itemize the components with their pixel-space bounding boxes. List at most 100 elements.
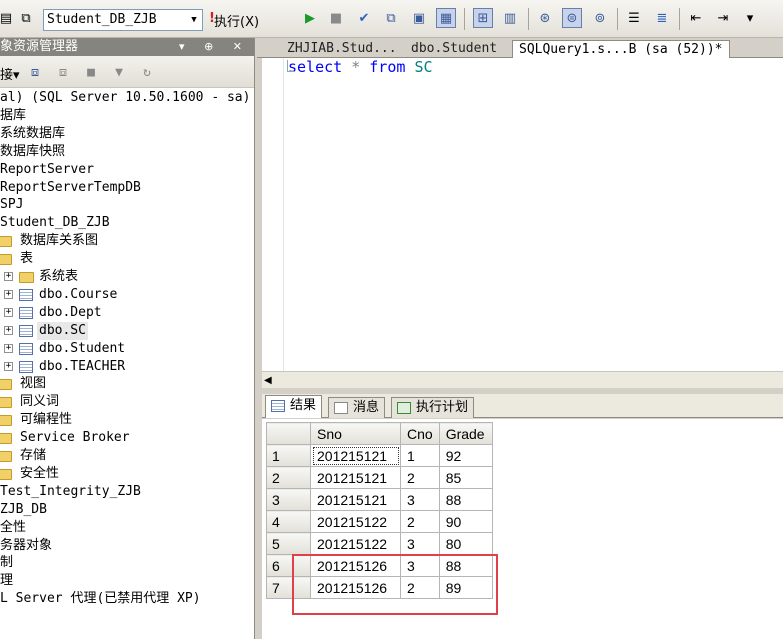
- tree-item[interactable]: + dbo.SC: [0, 322, 255, 340]
- tree-item[interactable]: + dbo.TEACHER: [0, 358, 255, 376]
- row-number[interactable]: 2: [266, 466, 311, 489]
- row-number[interactable]: 5: [266, 532, 311, 555]
- table-row[interactable]: 1 201215121 1 92: [266, 444, 493, 467]
- decrease-indent-icon[interactable]: ⇤: [686, 8, 706, 28]
- tree-item[interactable]: 安全性: [0, 465, 255, 483]
- tree-item[interactable]: ReportServer: [0, 161, 255, 179]
- database-connect-icon[interactable]: ⧉: [16, 8, 36, 28]
- tree-item[interactable]: + dbo.Student: [0, 340, 255, 358]
- stop-icon[interactable]: ■: [326, 8, 346, 28]
- uncomment-lines-icon[interactable]: ≣: [652, 8, 672, 28]
- io-statistics-icon[interactable]: ⊚: [590, 8, 610, 28]
- tree-item[interactable]: 理: [0, 572, 255, 590]
- cell-sno[interactable]: 201215121: [310, 466, 401, 489]
- tree-item[interactable]: 数据库关系图: [0, 232, 255, 250]
- expand-icon[interactable]: +: [4, 326, 13, 335]
- results-to-file-icon[interactable]: ▥: [500, 8, 520, 28]
- tree-item[interactable]: + dbo.Dept: [0, 304, 255, 322]
- tree-item[interactable]: 务器对象: [0, 537, 255, 555]
- tree-item[interactable]: 系统数据库: [0, 125, 255, 143]
- panel-controls[interactable]: ▾ ⊕ ✕: [179, 38, 250, 56]
- tree-item[interactable]: 数据库快照: [0, 143, 255, 161]
- increase-indent-icon[interactable]: ⇥: [713, 8, 733, 28]
- comment-lines-icon[interactable]: ☰: [624, 8, 644, 28]
- tree-item[interactable]: 存储: [0, 447, 255, 465]
- debug-play-icon[interactable]: ▶: [300, 8, 320, 28]
- include-plan-icon[interactable]: ⊛: [535, 8, 555, 28]
- tree-item[interactable]: 可编程性: [0, 411, 255, 429]
- query-editor[interactable]: select * from SC: [262, 58, 783, 371]
- expand-icon[interactable]: +: [4, 344, 13, 353]
- tree-item[interactable]: L Server 代理(已禁用代理 XP): [0, 590, 255, 608]
- cell-grade[interactable]: 80: [438, 532, 493, 555]
- cell-grade[interactable]: 88: [438, 488, 493, 511]
- tree-item[interactable]: Test_Integrity_ZJB: [0, 483, 255, 501]
- results-to-text-icon[interactable]: ⊞: [473, 8, 493, 28]
- tree-item[interactable]: 视图: [0, 375, 255, 393]
- chevron-down-icon[interactable]: ▼: [186, 10, 202, 30]
- cell-grade[interactable]: 90: [438, 510, 493, 533]
- scroll-left-icon[interactable]: ◀: [264, 375, 272, 386]
- results-to-grid-icon[interactable]: ▦: [436, 8, 456, 28]
- table-row[interactable]: 3 201215121 3 88: [266, 488, 493, 511]
- tree-item[interactable]: SPJ: [0, 196, 255, 214]
- tree-item[interactable]: al) (SQL Server 10.50.1600 - sa): [0, 89, 255, 107]
- refresh-icon[interactable]: ↻: [138, 63, 156, 81]
- save-icon[interactable]: ▤: [0, 8, 16, 28]
- stop-icon[interactable]: ■: [82, 63, 100, 81]
- tree-item[interactable]: 全性: [0, 519, 255, 537]
- tree-item[interactable]: Student_DB_ZJB: [0, 214, 255, 232]
- tree-item[interactable]: ZJB_DB: [0, 501, 255, 519]
- tree-item[interactable]: 同义词: [0, 393, 255, 411]
- tree-item[interactable]: 表: [0, 250, 255, 268]
- column-header-cno[interactable]: Cno: [400, 422, 440, 445]
- column-header-sno[interactable]: Sno: [310, 422, 401, 445]
- specify-values-icon[interactable]: ▾: [740, 8, 760, 28]
- query-options-icon[interactable]: ▣: [409, 8, 429, 28]
- tab-sqlquery1[interactable]: SQLQuery1.s...B (sa (52))*: [512, 40, 730, 58]
- expand-icon[interactable]: +: [4, 272, 13, 281]
- cell-grade[interactable]: 92: [438, 444, 493, 467]
- tab-execution-plan[interactable]: 执行计划: [391, 397, 475, 418]
- parse-check-icon[interactable]: ✔: [354, 8, 374, 28]
- panel-splitter[interactable]: [255, 38, 262, 639]
- horizontal-scrollbar[interactable]: ◀: [262, 371, 783, 388]
- execute-button[interactable]: 执行(X): [214, 11, 259, 30]
- expand-icon[interactable]: +: [4, 308, 13, 317]
- tab-results[interactable]: 结果: [265, 395, 323, 418]
- expand-icon[interactable]: +: [4, 290, 13, 299]
- cell-sno[interactable]: 201215122: [310, 510, 401, 533]
- expand-icon[interactable]: +: [4, 362, 13, 371]
- tree-item[interactable]: + dbo.Course: [0, 286, 255, 304]
- row-number[interactable]: 4: [266, 510, 311, 533]
- tree-item[interactable]: ReportServerTempDB: [0, 179, 255, 197]
- client-statistics-icon[interactable]: ⊜: [562, 8, 582, 28]
- connect-icon[interactable]: ⧈: [26, 63, 44, 81]
- cell-cno[interactable]: 3: [400, 488, 440, 511]
- tree-item[interactable]: 制: [0, 554, 255, 572]
- cell-cno[interactable]: 2: [400, 466, 440, 489]
- column-header-grade[interactable]: Grade: [438, 422, 493, 445]
- table-row[interactable]: 5 201215122 3 80: [266, 532, 493, 555]
- tree-item[interactable]: Service Broker: [0, 429, 255, 447]
- cell-sno[interactable]: 201215122: [310, 532, 401, 555]
- connect-button[interactable]: 接▾: [0, 64, 20, 83]
- cell-cno[interactable]: 2: [400, 510, 440, 533]
- query-line[interactable]: select * from SC: [284, 58, 433, 76]
- disconnect-icon[interactable]: ⧈: [54, 63, 72, 81]
- cell-cno[interactable]: 3: [400, 532, 440, 555]
- filter-icon[interactable]: ▼: [110, 63, 128, 81]
- row-number[interactable]: 1: [266, 444, 311, 467]
- table-row[interactable]: 2 201215121 2 85: [266, 466, 493, 489]
- cell-grade[interactable]: 85: [438, 466, 493, 489]
- tree-item[interactable]: 据库: [0, 107, 255, 125]
- cell-cno[interactable]: 1: [400, 444, 440, 467]
- row-number[interactable]: 3: [266, 488, 311, 511]
- tab-messages[interactable]: 消息: [328, 397, 386, 418]
- tab-dbo-student[interactable]: dbo.Student: [405, 40, 503, 58]
- tab-zhjiab-stud[interactable]: ZHJIAB.Stud...: [281, 40, 403, 58]
- display-plan-icon[interactable]: ⧉: [381, 8, 401, 28]
- grid-corner[interactable]: [266, 422, 311, 445]
- cell-sno[interactable]: 201215121: [310, 488, 401, 511]
- tree-item[interactable]: + 系统表: [0, 268, 255, 286]
